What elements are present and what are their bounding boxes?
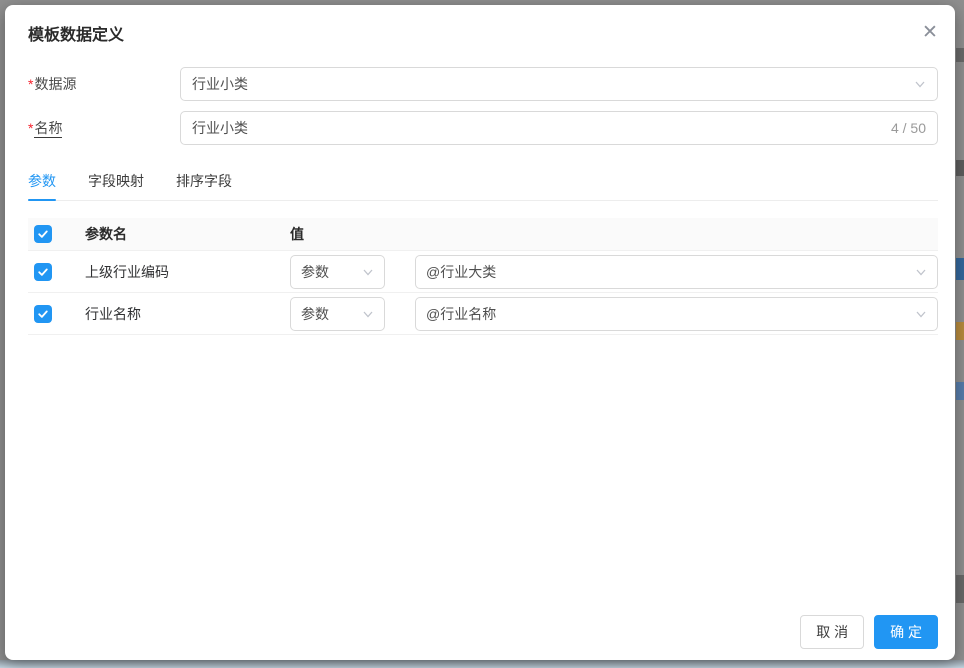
- chevron-down-icon: [914, 78, 926, 90]
- chevron-down-icon: [915, 308, 927, 320]
- param-name-text: 上级行业编码: [85, 263, 169, 280]
- column-header-value: 值: [290, 226, 304, 242]
- close-icon: ✕: [922, 22, 938, 43]
- background-sliver: [956, 160, 964, 176]
- param-value-select[interactable]: @行业名称: [415, 296, 938, 331]
- datasource-select[interactable]: 行业小类: [180, 67, 938, 101]
- cancel-button[interactable]: 取 消: [800, 615, 865, 649]
- parameters-table: 参数名 值 上级行业编码 参数 @行业大类 行业名称 参数 @行业名称: [28, 218, 938, 335]
- column-header-param-name: 参数名: [85, 226, 127, 242]
- background-sliver: [956, 575, 964, 603]
- template-data-definition-dialog: 模板数据定义 ✕ *数据源 行业小类 *名称 行业小类 4 / 50 参数 字段…: [5, 5, 955, 660]
- select-all-checkbox[interactable]: [34, 225, 52, 243]
- dialog-title: 模板数据定义: [28, 26, 125, 44]
- check-icon: [37, 266, 49, 278]
- char-counter: 4 / 50: [890, 120, 926, 136]
- dialog-header: 模板数据定义 ✕: [28, 5, 938, 45]
- table-header-row: 参数名 值: [28, 218, 938, 251]
- table-row: 上级行业编码 参数 @行业大类: [28, 251, 938, 293]
- confirm-button[interactable]: 确 定: [874, 615, 938, 649]
- background-sliver: [956, 382, 964, 400]
- empty-area: [28, 335, 938, 615]
- chevron-down-icon: [362, 266, 374, 278]
- datasource-select-value: 行业小类: [192, 76, 248, 92]
- tab-bar: 参数 字段映射 排序字段: [28, 171, 938, 201]
- chevron-down-icon: [362, 308, 374, 320]
- param-name-text: 行业名称: [85, 305, 141, 322]
- background-sliver: [956, 258, 964, 280]
- check-icon: [37, 228, 49, 240]
- tab-sort-fields[interactable]: 排序字段: [176, 171, 232, 200]
- name-input-wrapper: 行业小类 4 / 50: [180, 111, 938, 145]
- chevron-down-icon: [915, 266, 927, 278]
- row-checkbox[interactable]: [34, 304, 52, 323]
- table-row: 行业名称 参数 @行业名称: [28, 293, 938, 335]
- param-value-select[interactable]: @行业大类: [415, 254, 938, 289]
- close-button[interactable]: ✕: [916, 19, 944, 47]
- check-icon: [37, 308, 49, 320]
- param-type-select[interactable]: 参数: [290, 296, 385, 331]
- tab-parameters[interactable]: 参数: [28, 171, 56, 201]
- datasource-label: *数据源: [28, 76, 77, 92]
- background-sliver: [956, 48, 964, 62]
- name-form-row: *名称 行业小类 4 / 50: [28, 111, 938, 145]
- name-label: *名称: [28, 120, 63, 138]
- param-type-select[interactable]: 参数: [290, 254, 385, 289]
- required-mark: *: [28, 120, 34, 136]
- name-input[interactable]: 行业小类: [192, 118, 883, 138]
- background-bottom-sliver: [0, 660, 964, 668]
- row-checkbox[interactable]: [34, 262, 52, 281]
- required-mark: *: [28, 76, 34, 92]
- datasource-form-row: *数据源 行业小类: [28, 67, 938, 101]
- tab-field-mapping[interactable]: 字段映射: [88, 171, 144, 200]
- dialog-footer: 取 消 确 定: [28, 615, 938, 649]
- background-sliver: [956, 322, 964, 340]
